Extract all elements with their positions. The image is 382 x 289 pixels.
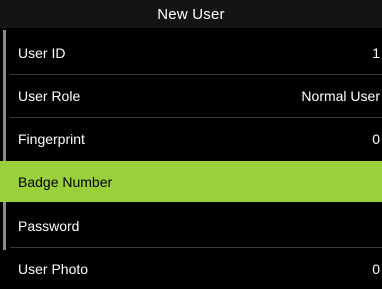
menu-item-label: Password [18, 217, 80, 234]
menu-item-label: User Role [18, 87, 81, 104]
menu-item-value: 0 [372, 130, 380, 147]
menu-item-label: User ID [18, 44, 66, 61]
menu-item-value: Normal User [301, 87, 380, 104]
menu-item-value: 1 [372, 44, 380, 61]
menu-item-label: Badge Number [18, 173, 113, 190]
menu-item-value: 0 [372, 260, 380, 277]
menu-item-label: Fingerprint [18, 130, 85, 147]
menu-item-user-photo[interactable]: User Photo 0 [10, 248, 380, 289]
menu-item-fingerprint[interactable]: Fingerprint 0 [10, 118, 380, 159]
menu-item-user-role[interactable]: User Role Normal User [10, 75, 380, 116]
menu-item-password[interactable]: Password [10, 205, 380, 246]
menu-item-user-id[interactable]: User ID 1 [10, 32, 380, 73]
menu-list: User ID 1 User Role Normal User Fingerpr… [0, 30, 382, 289]
menu-item-badge-number[interactable]: Badge Number [0, 161, 382, 202]
screen-title: New User [157, 5, 225, 23]
title-bar: New User [0, 0, 382, 28]
menu-item-label: User Photo [18, 260, 89, 277]
device-screen: New User User ID 1 User Role Normal User… [0, 0, 382, 289]
